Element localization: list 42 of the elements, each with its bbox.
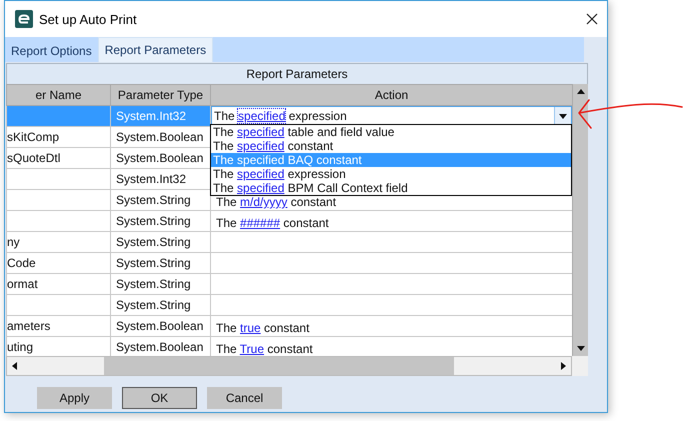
horizontal-scrollbar[interactable] (6, 356, 572, 376)
column-header[interactable]: er Name (6, 84, 110, 106)
table-cell: System.String (110, 210, 210, 232)
action-text: The ###### constant (216, 216, 329, 230)
close-icon[interactable] (586, 13, 598, 25)
table-cell: System.String (110, 294, 210, 316)
window-title: Set up Auto Print (39, 12, 138, 26)
combo-value: The specified expression (214, 109, 348, 123)
column-header[interactable]: Action (210, 84, 572, 106)
link-text[interactable]: m/d/yyyy (240, 195, 288, 209)
tab[interactable]: Report Parameters (98, 37, 214, 62)
link-text[interactable]: true (240, 321, 261, 335)
table-cell: ameters (6, 316, 110, 336)
link-text[interactable]: specified (238, 109, 286, 123)
action-text: The true constant (216, 321, 310, 335)
table-cell: System.String (110, 252, 210, 274)
table-cell: System.String (110, 232, 210, 252)
scrollbar-corner (572, 356, 588, 376)
table-cell: Code (6, 252, 110, 274)
action-dropdown[interactable]: The specified expression (211, 106, 572, 126)
table-cell: ormat (6, 274, 110, 294)
table-cell: System.Boolean (110, 316, 210, 336)
app-logo-icon (15, 10, 33, 28)
action-text: The m/d/yyyy constant (216, 195, 336, 209)
table-cell: System.String (110, 274, 210, 294)
group-header: Report Parameters (246, 67, 348, 81)
column-header[interactable]: Parameter Type (110, 84, 210, 106)
table-cell: sQuoteDtl (6, 148, 110, 168)
link-text[interactable]: True (240, 342, 264, 356)
dropdown-option[interactable]: The specified constant (211, 139, 571, 153)
caret-icon[interactable] (559, 114, 567, 118)
tab[interactable]: Report Options (5, 40, 98, 62)
table-cell: sKitComp (6, 126, 110, 148)
link-text[interactable]: ###### (240, 216, 280, 230)
dropdown-option[interactable]: The specified table and field value (211, 125, 571, 139)
dialog-button[interactable]: Apply (37, 387, 112, 409)
dialog-button[interactable]: Cancel (207, 387, 282, 409)
dialog-button[interactable]: OK (122, 387, 197, 409)
vertical-scrollbar[interactable] (572, 84, 588, 356)
table-cell: ny (6, 232, 110, 252)
dropdown-option[interactable]: The specified expression (211, 167, 571, 181)
action-text: The True constant (216, 342, 313, 356)
